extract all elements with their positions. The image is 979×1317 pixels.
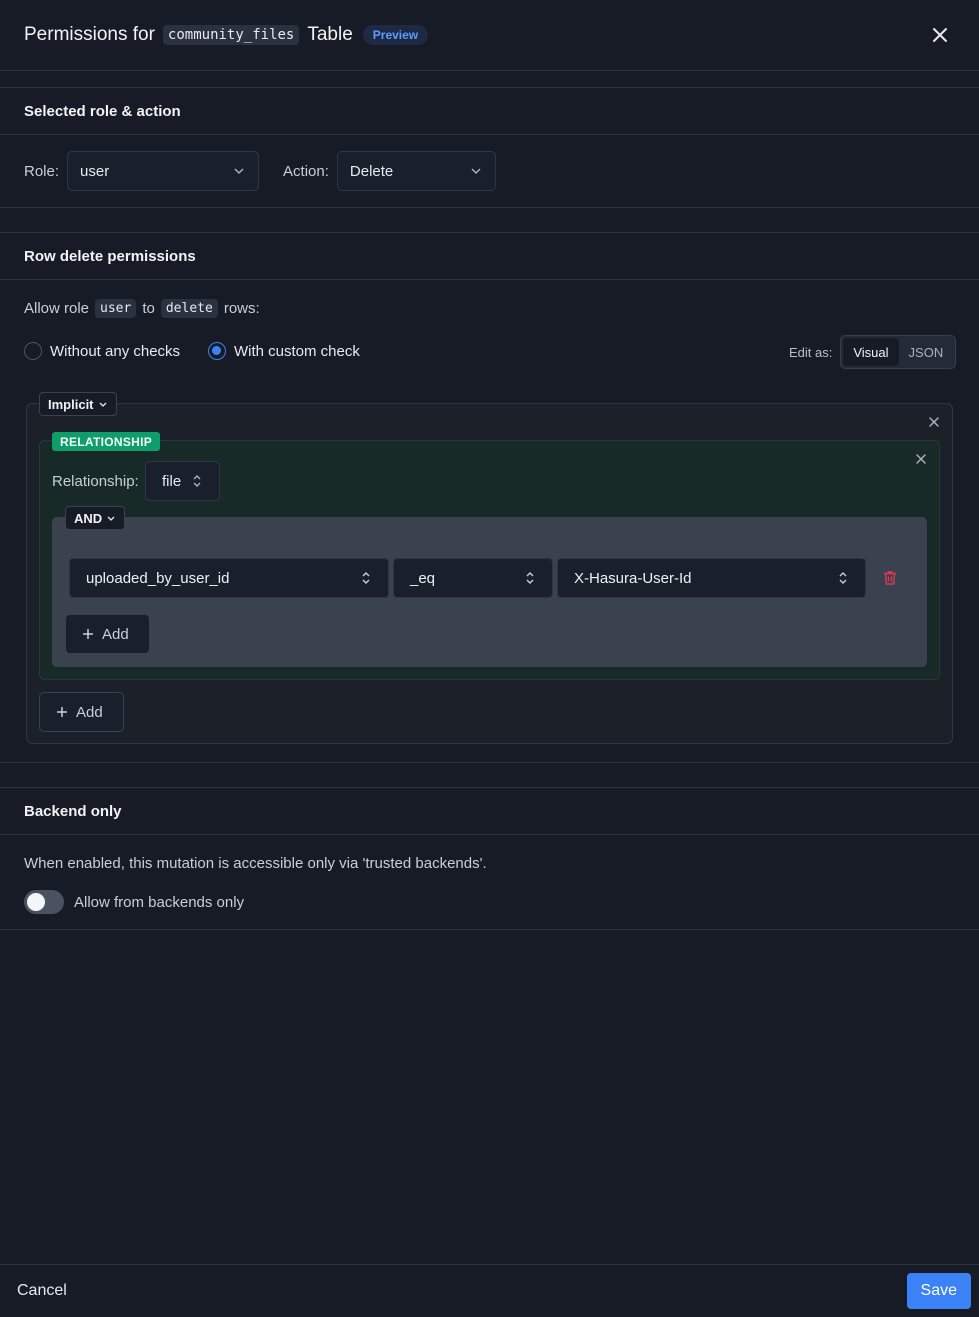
implicit-label: Implicit — [48, 396, 94, 412]
and-label: AND — [74, 510, 103, 526]
backend-toggle-label: Allow from backends only — [74, 893, 245, 911]
chevron-up-down-icon — [362, 572, 370, 584]
role-label: Role: — [24, 162, 60, 180]
title-suffix: Table — [307, 24, 353, 45]
relationship-select[interactable]: file — [145, 461, 220, 501]
value-select[interactable]: X-Hasura-User-Id — [557, 558, 866, 598]
remove-relationship-icon[interactable] — [914, 452, 928, 466]
allow-action-chip: delete — [160, 299, 218, 318]
backend-only-switch[interactable] — [24, 890, 64, 914]
relationship-value: file — [162, 472, 182, 490]
implicit-dropdown[interactable]: Implicit — [39, 392, 117, 416]
add-rule-button[interactable]: Add — [39, 692, 124, 732]
allow-role-chip: user — [95, 299, 137, 318]
section-title: Row delete permissions — [0, 233, 979, 280]
preview-badge: Preview — [362, 25, 429, 45]
save-button[interactable]: Save — [906, 1273, 971, 1309]
table-name-chip: community_files — [162, 25, 300, 45]
action-select[interactable]: Delete — [336, 151, 496, 191]
operator-select[interactable]: _eq — [393, 558, 553, 598]
dialog-footer: Cancel Save — [0, 1264, 979, 1317]
title-prefix: Permissions for — [24, 24, 155, 45]
radio-custom-check[interactable]: With custom check — [208, 342, 360, 360]
column-value: uploaded_by_user_id — [86, 569, 230, 587]
column-select[interactable]: uploaded_by_user_id — [69, 558, 389, 598]
chevron-up-down-icon — [839, 572, 847, 584]
plus-icon — [57, 707, 67, 717]
edit-mode-visual[interactable]: Visual — [843, 338, 899, 366]
radio-selected-icon — [208, 342, 226, 360]
allow-text: rows: — [223, 300, 260, 317]
edit-as-label: Edit as: — [789, 344, 833, 360]
plus-icon — [83, 629, 93, 639]
edit-mode-toggle: Visual JSON — [840, 335, 957, 369]
close-icon[interactable] — [929, 24, 951, 46]
radio-without-checks[interactable]: Without any checks — [24, 342, 180, 360]
radio-icon — [24, 342, 42, 360]
value-value: X-Hasura-User-Id — [574, 569, 692, 587]
row-permissions-section: Row delete permissions Allow role user t… — [0, 232, 979, 763]
role-select[interactable]: user — [67, 151, 260, 191]
radio-label: With custom check — [234, 342, 360, 360]
allow-text: to — [142, 300, 155, 317]
radio-label: Without any checks — [50, 342, 181, 360]
chevron-up-down-icon — [526, 572, 534, 584]
remove-rule-icon[interactable] — [927, 415, 941, 429]
chevron-down-icon — [99, 402, 106, 407]
cancel-button[interactable]: Cancel — [17, 1282, 67, 1300]
action-label: Action: — [283, 162, 329, 180]
backend-toggle-row: Allow from backends only — [24, 890, 244, 914]
trash-icon[interactable] — [881, 569, 899, 587]
operator-value: _eq — [410, 569, 436, 587]
role-action-row: Role: user Action: Delete — [0, 135, 979, 207]
action-value: Delete — [349, 162, 394, 180]
relationship-label: Relationship: — [52, 473, 139, 490]
section-title: Backend only — [0, 788, 979, 835]
dialog-header: Permissions for community_files Table Pr… — [0, 0, 979, 71]
and-dropdown[interactable]: AND — [65, 506, 126, 530]
edit-as-control: Edit as: Visual JSON — [789, 335, 957, 369]
allow-text: Allow role — [24, 300, 90, 317]
backend-only-section: Backend only When enabled, this mutation… — [0, 787, 979, 930]
edit-mode-json[interactable]: JSON — [899, 338, 954, 366]
relationship-badge: RELATIONSHIP — [52, 432, 161, 451]
add-label: Add — [76, 703, 103, 721]
section-title: Selected role & action — [0, 88, 979, 135]
chevron-down-icon — [471, 168, 481, 175]
chevron-up-down-icon — [193, 475, 201, 487]
allow-sentence: Allow role user to delete rows: — [24, 299, 260, 318]
add-label: Add — [102, 625, 129, 643]
chevron-down-icon — [107, 516, 115, 521]
role-action-section: Selected role & action Role: user Action… — [0, 87, 979, 208]
chevron-down-icon — [234, 168, 244, 175]
add-condition-button[interactable]: Add — [65, 614, 150, 654]
backend-description: When enabled, this mutation is accessibl… — [24, 855, 487, 872]
role-value: user — [80, 162, 110, 180]
dialog-title: Permissions for community_files Table Pr… — [24, 24, 429, 46]
